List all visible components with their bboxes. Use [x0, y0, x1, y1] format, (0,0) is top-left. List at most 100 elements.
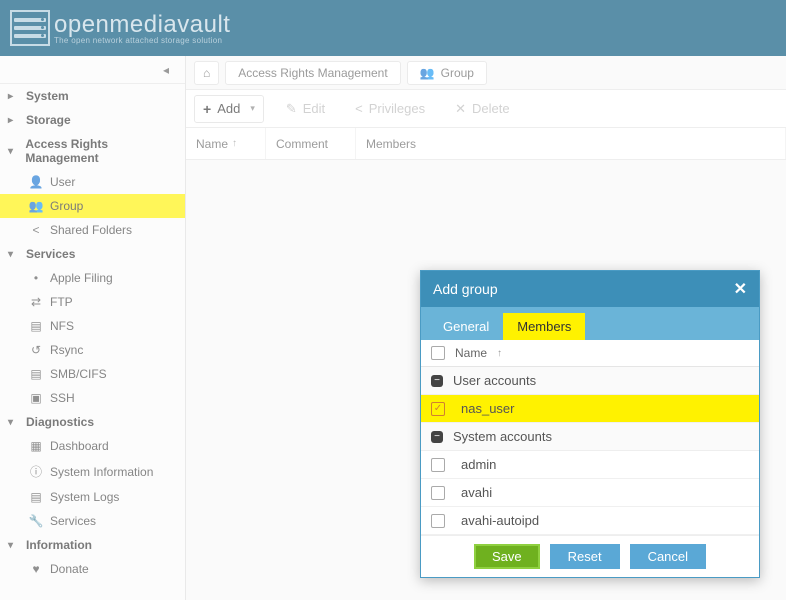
sidebar-item-smb-cifs[interactable]: ▤SMB/CIFS — [0, 362, 185, 386]
sidebar-item-storage[interactable]: ▸Storage — [0, 108, 185, 132]
member-row[interactable]: ✓ nas_user — [421, 395, 759, 423]
sidebar-item-group[interactable]: 👥Group — [0, 194, 185, 218]
dialog-footer: Save Reset Cancel — [421, 535, 759, 577]
add-group-dialog: Add group ✕ General Members Name ↑ −User… — [420, 270, 760, 578]
sidebar-item-user[interactable]: 👤User — [0, 170, 185, 194]
logo-text-block: openmediavault The open network attached… — [54, 11, 230, 45]
sidebar: ◂ ▸System▸Storage▾Access Rights Manageme… — [0, 56, 186, 600]
member-name: nas_user — [455, 401, 514, 416]
member-name: avahi-autoipd — [455, 513, 539, 528]
select-all-checkbox[interactable] — [431, 346, 445, 360]
member-row[interactable]: avahi-autoipd — [421, 507, 759, 535]
sidebar-item-services[interactable]: ▾Services — [0, 242, 185, 266]
delete-button[interactable]: ✕Delete — [447, 97, 517, 121]
toggle-icon: ▾ — [8, 249, 22, 260]
app-header: openmediavault The open network attached… — [0, 0, 786, 56]
users-icon: 👥 — [28, 199, 44, 213]
grid-column-name[interactable]: Name↑ — [186, 128, 266, 159]
sort-asc-icon: ↑ — [497, 348, 502, 359]
toolbar: + Add ▾ ✎Edit <Privileges ✕Delete — [186, 90, 786, 128]
toggle-icon: ▾ — [8, 540, 22, 551]
save-button[interactable]: Save — [474, 544, 540, 569]
sidebar-collapse[interactable]: ◂ — [0, 56, 185, 84]
sidebar-item-information[interactable]: ▾Information — [0, 533, 185, 557]
sidebar-item-diagnostics[interactable]: ▾Diagnostics — [0, 410, 185, 434]
transfer-icon: ⇄ — [28, 295, 44, 309]
pencil-icon: ✎ — [286, 101, 297, 117]
checkbox[interactable]: ✓ — [431, 402, 445, 416]
folder-icon: ▤ — [28, 319, 44, 333]
toggle-icon: ▸ — [8, 91, 22, 102]
breadcrumb-item[interactable]: 👥Group — [407, 61, 487, 85]
tab-general[interactable]: General — [429, 313, 503, 340]
share-icon: < — [28, 223, 44, 237]
cancel-button[interactable]: Cancel — [630, 544, 706, 569]
collapse-icon: − — [431, 431, 443, 443]
share-icon: < — [355, 101, 363, 116]
member-row[interactable]: avahi — [421, 479, 759, 507]
sidebar-item-apple-filing[interactable]: •Apple Filing — [0, 266, 185, 290]
chevron-left-icon: ◂ — [163, 63, 169, 77]
users-icon: 👥 — [420, 66, 435, 80]
privileges-button[interactable]: <Privileges — [347, 97, 433, 120]
sidebar-item-donate[interactable]: ♥Donate — [0, 557, 185, 581]
home-icon: ⌂ — [203, 66, 210, 80]
sidebar-item-services[interactable]: 🔧Services — [0, 509, 185, 533]
sidebar-item-system-information[interactable]: ⓘSystem Information — [0, 458, 185, 485]
user-icon: 👤 — [28, 175, 44, 189]
dialog-list-header[interactable]: Name ↑ — [421, 340, 759, 367]
dialog-scroll[interactable]: −User accounts ✓ nas_user −System accounts a… — [421, 367, 759, 535]
dashboard-icon: ▦ — [28, 439, 44, 453]
dialog-title: Add group — [433, 281, 498, 297]
sidebar-item-ftp[interactable]: ⇄FTP — [0, 290, 185, 314]
sync-icon: ↺ — [28, 343, 44, 357]
caret-down-icon: ▾ — [250, 103, 255, 114]
sidebar-item-shared-folders[interactable]: <Shared Folders — [0, 218, 185, 242]
grid-header: Name↑ Comment Members — [186, 128, 786, 160]
sidebar-item-dashboard[interactable]: ▦Dashboard — [0, 434, 185, 458]
member-name: avahi — [455, 485, 492, 500]
sidebar-item-system[interactable]: ▸System — [0, 84, 185, 108]
plus-icon: + — [203, 101, 211, 117]
dialog-titlebar[interactable]: Add group ✕ — [421, 271, 759, 307]
collapse-icon: − — [431, 375, 443, 387]
dialog-body: Name ↑ −User accounts ✓ nas_user −System ac… — [421, 340, 759, 535]
checkbox[interactable] — [431, 486, 445, 500]
tab-members[interactable]: Members — [503, 313, 585, 340]
sidebar-item-access-rights-management[interactable]: ▾Access Rights Management — [0, 132, 185, 170]
file-icon: ▤ — [28, 490, 44, 504]
sidebar-item-rsync[interactable]: ↺Rsync — [0, 338, 185, 362]
member-name: admin — [455, 457, 496, 472]
sidebar-item-system-logs[interactable]: ▤System Logs — [0, 485, 185, 509]
folder-icon: ▤ — [28, 367, 44, 381]
logo-icon — [10, 10, 50, 46]
sort-asc-icon: ↑ — [232, 138, 237, 149]
reset-button[interactable]: Reset — [550, 544, 620, 569]
wrench-icon: 🔧 — [28, 514, 44, 528]
breadcrumb-home[interactable]: ⌂ — [194, 61, 219, 85]
member-row[interactable]: admin — [421, 451, 759, 479]
dialog-tabs: General Members — [421, 307, 759, 340]
apple-icon: • — [28, 271, 44, 285]
add-button[interactable]: + Add ▾ — [194, 95, 264, 123]
checkbox[interactable] — [431, 514, 445, 528]
edit-button[interactable]: ✎Edit — [278, 97, 333, 121]
toggle-icon: ▾ — [8, 146, 21, 157]
checkbox[interactable] — [431, 458, 445, 472]
toggle-icon: ▾ — [8, 417, 22, 428]
dialog-close-icon[interactable]: ✕ — [734, 279, 747, 299]
grid-column-comment[interactable]: Comment — [266, 128, 356, 159]
heart-icon: ♥ — [28, 562, 44, 576]
group-header[interactable]: −User accounts — [421, 367, 759, 395]
sidebar-item-ssh[interactable]: ▣SSH — [0, 386, 185, 410]
group-header[interactable]: −System accounts — [421, 423, 759, 451]
brand-tagline: The open network attached storage soluti… — [54, 36, 230, 45]
brand-name: openmediavault — [54, 11, 230, 39]
terminal-icon: ▣ — [28, 391, 44, 405]
info-icon: ⓘ — [28, 463, 44, 480]
sidebar-item-nfs[interactable]: ▤NFS — [0, 314, 185, 338]
close-icon: ✕ — [455, 101, 466, 117]
grid-column-members[interactable]: Members — [356, 128, 786, 159]
toggle-icon: ▸ — [8, 115, 22, 126]
breadcrumb-item[interactable]: Access Rights Management — [225, 61, 400, 85]
